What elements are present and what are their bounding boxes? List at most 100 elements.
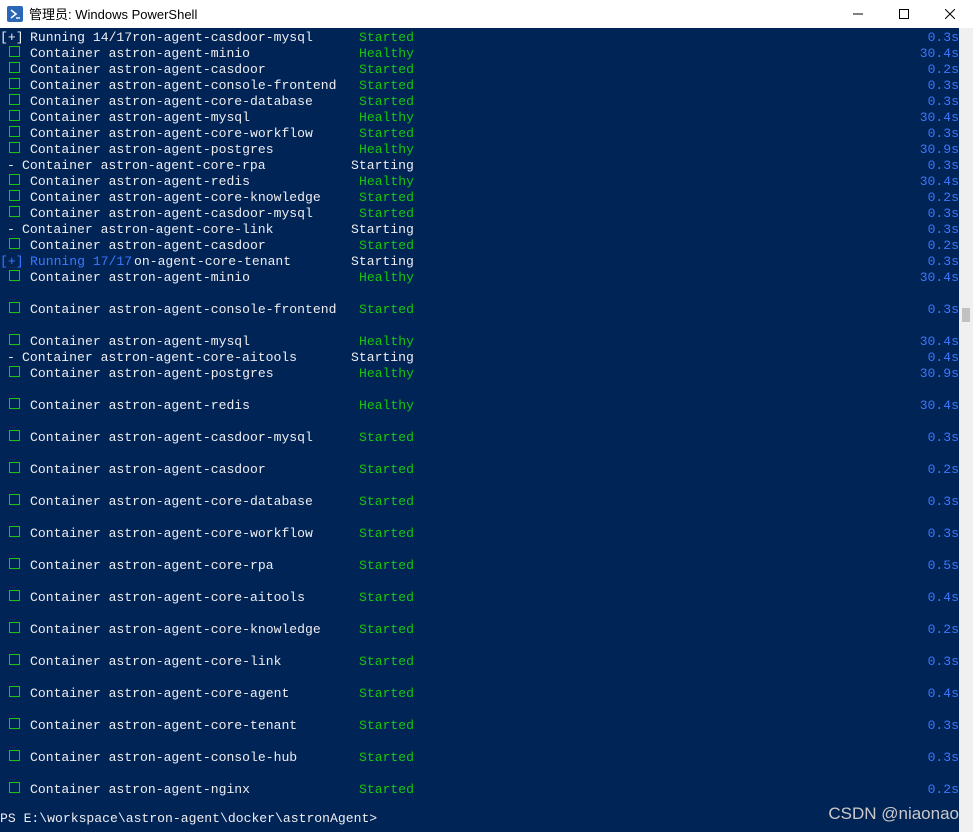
status-text: Started [359,302,415,317]
elapsed-time: 30.4s [919,398,959,413]
container-label: Container astron-agent-console-frontend [30,78,337,93]
elapsed-time: 0.4s [927,686,959,701]
elapsed-time: 0.3s [927,94,959,109]
maximize-button[interactable] [881,0,927,27]
elapsed-time: 30.9s [919,366,959,381]
progress-prefix: [+] [0,30,24,45]
status-text: Healthy [359,398,415,413]
console-line: Container astron-agent-redis Healthy 30.4s [0,174,959,190]
checkbox-icon [9,558,20,569]
checkbox-icon [9,462,20,473]
elapsed-time: 0.3s [927,718,959,733]
console-line: [+] Running 14/17ron-agent-casdoor-mysql S… [0,30,959,46]
elapsed-time: 0.3s [927,78,959,93]
container-label: Container astron-agent-core-knowledge [30,622,321,637]
checkbox-icon [9,782,20,793]
checkbox-icon [9,174,20,185]
elapsed-time: 0.3s [927,222,959,237]
elapsed-time: 0.3s [927,30,959,45]
elapsed-time: 0.2s [927,782,959,797]
container-label: Container astron-agent-redis [30,398,251,413]
console-output[interactable]: [+] Running 14/17ron-agent-casdoor-mysql S… [0,28,959,832]
checkbox-icon [9,366,20,377]
console-line: Container astron-agent-minio Healthy 30.4s [0,270,959,286]
container-label: Container astron-agent-minio [30,270,251,285]
status-text: Started [359,62,415,77]
container-label: Container astron-agent-console-frontend [30,302,337,317]
console-line: [+] Running 17/17 on-agent-core-tenant Star… [0,254,959,270]
checkbox-icon [9,238,20,249]
elapsed-time: 30.4s [919,174,959,189]
console-line: Container astron-agent-core-workflow Star… [0,126,959,142]
maximize-icon [899,8,909,19]
status-text: Healthy [359,174,415,189]
status-text: Started [359,622,415,637]
close-icon [945,8,955,19]
elapsed-time: 0.2s [927,62,959,77]
console-line: Container astron-agent-console-frontend S… [0,302,959,318]
elapsed-time: 0.3s [927,158,959,173]
elapsed-time: 0.2s [927,238,959,253]
elapsed-time: 0.5s [927,558,959,573]
minimize-button[interactable] [835,0,881,27]
container-label: Container astron-agent-core-aitools [30,590,306,605]
watermark: CSDN @niaonao [828,804,959,823]
window-title: 管理员: Windows PowerShell [29,7,198,22]
checkbox-icon [9,270,20,281]
console-line: Container astron-agent-postgres Healthy 30… [0,366,959,382]
status-text: Started [359,782,415,797]
elapsed-time: 30.4s [919,334,959,349]
status-text: Started [359,750,415,765]
status-text: Starting [351,158,414,173]
status-text: Started [359,94,415,109]
checkbox-icon [9,494,20,505]
elapsed-time: 0.4s [927,350,959,365]
status-text: Started [359,686,415,701]
title-bar[interactable]: 管理员: Windows PowerShell [0,0,973,27]
console-line: Container astron-agent-casdoor-mysql Star… [0,206,959,222]
scrollbar-thumb[interactable] [962,308,970,322]
status-text: Healthy [359,110,415,125]
container-label: Container astron-agent-core-knowledge [30,190,321,205]
elapsed-time: 0.3s [927,654,959,669]
status-text: Healthy [359,334,415,349]
status-text: Starting [351,222,414,237]
container-label: Container astron-agent-redis [30,174,251,189]
checkbox-icon [9,78,20,89]
container-label: Container astron-agent-mysql [30,334,251,349]
container-label: Container astron-agent-casdoor-mysql [30,430,313,445]
container-label: Container astron-agent-core-tenant [30,718,298,733]
console-line: Container astron-agent-casdoor Started 0.2… [0,62,959,78]
elapsed-time: 30.9s [919,142,959,157]
close-button[interactable] [927,0,973,27]
checkbox-icon [9,334,20,345]
checkbox-icon [9,430,20,441]
container-label: Container astron-agent-casdoor [30,62,266,77]
dash-prefix: - [7,222,15,237]
container-label: on-agent-core-tenant [134,254,292,269]
status-text: Healthy [359,142,415,157]
vertical-scrollbar[interactable] [959,28,973,832]
shell-prompt[interactable]: PS E:\workspace\astron-agent\docker\astr… [0,811,959,827]
checkbox-icon [9,126,20,137]
status-text: Starting [351,350,414,365]
console-line: Container astron-agent-postgres Healthy 30… [0,142,959,158]
container-label: Container astron-agent-core-database [30,494,313,509]
elapsed-time: 0.4s [927,590,959,605]
checkbox-icon [9,142,20,153]
elapsed-time: 0.3s [927,494,959,509]
status-text: Started [359,654,415,669]
container-label: Container astron-agent-nginx [30,782,251,797]
container-label: Container astron-agent-core-rpa [22,158,266,173]
checkbox-icon [9,526,20,537]
container-label: Container astron-agent-core-link [22,222,274,237]
